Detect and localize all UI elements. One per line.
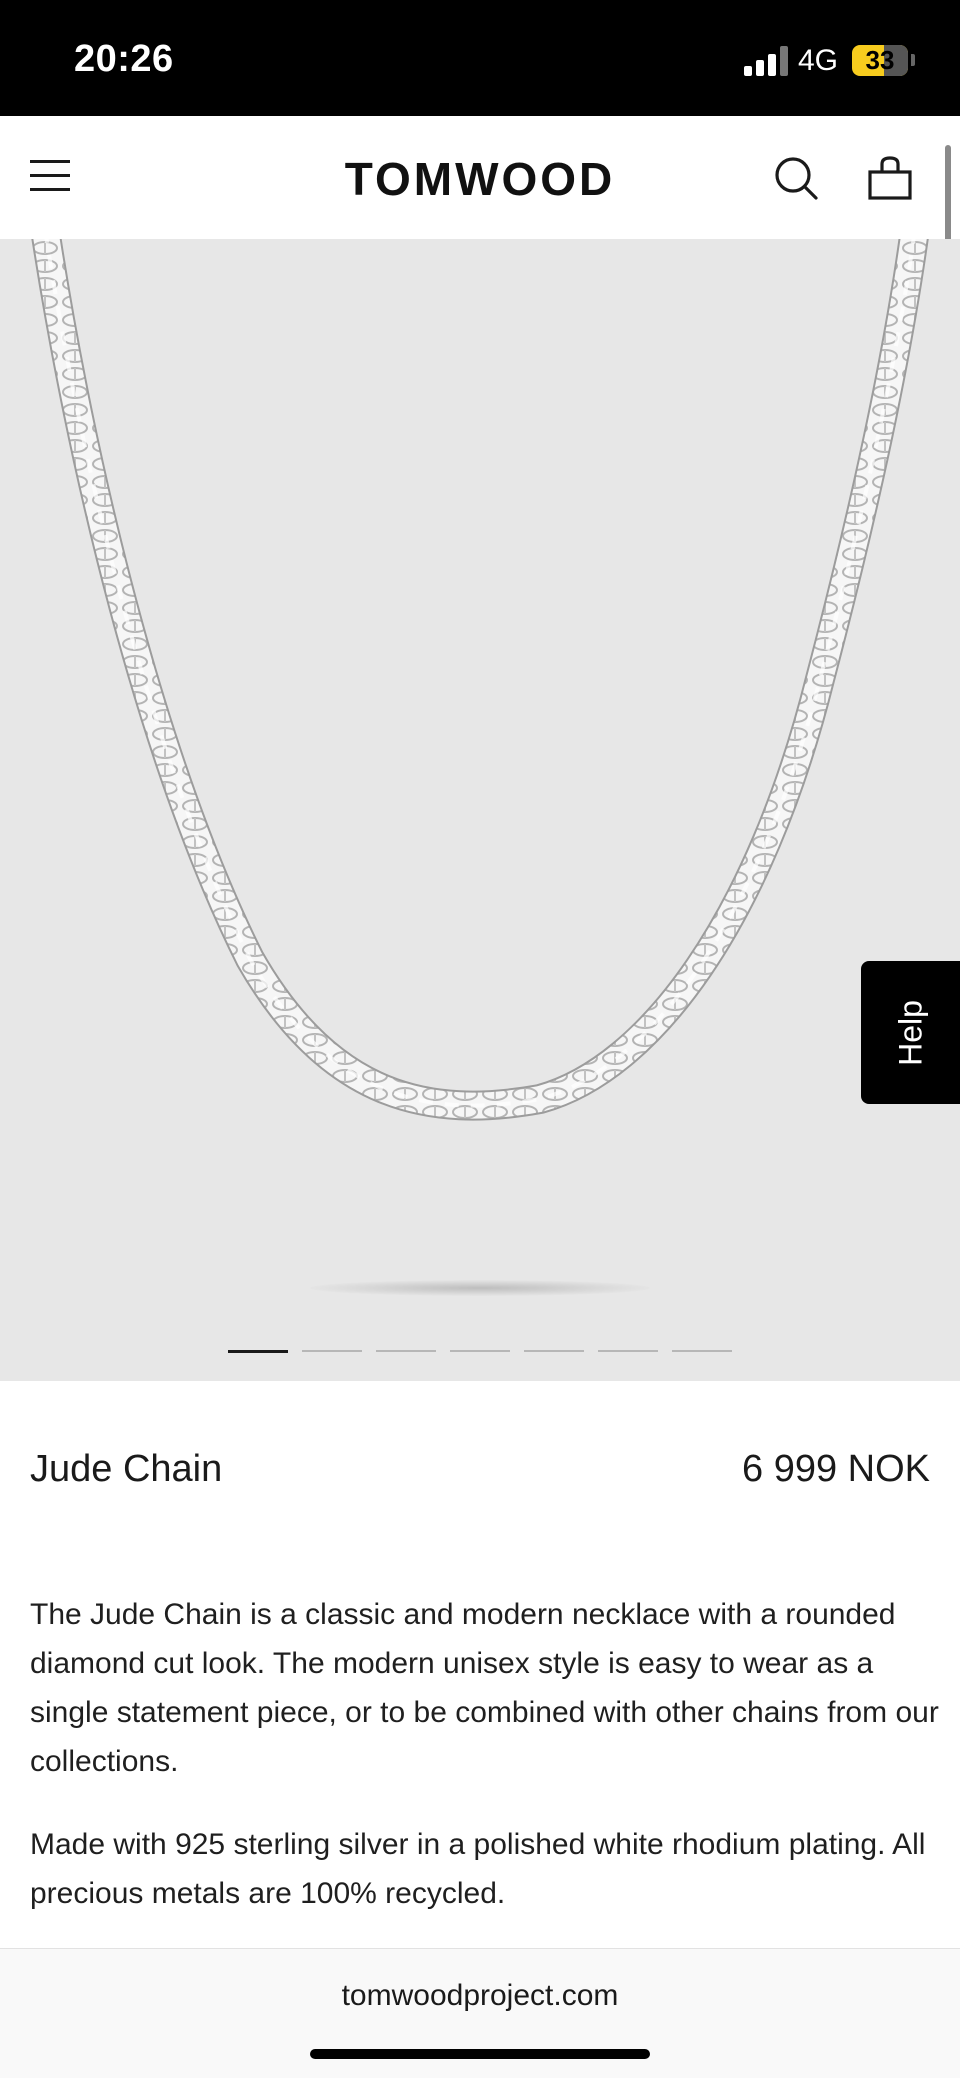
site-header: TOMWOOD [0,116,960,239]
product-image-gallery[interactable] [0,239,960,1381]
necklace-shadow [310,1280,650,1296]
gallery-dot-5[interactable] [524,1350,584,1352]
help-label: Help [892,999,928,1066]
bag-icon[interactable] [866,154,914,202]
product-title: Jude Chain [30,1448,223,1490]
browser-address-bar[interactable]: tomwoodproject.com [0,1948,960,2078]
home-indicator[interactable] [310,2049,650,2059]
status-time: 20:26 [74,38,174,80]
gallery-dot-7[interactable] [672,1350,732,1352]
gallery-dot-6[interactable] [598,1350,658,1352]
battery-level: 33 [865,45,895,75]
browser-url[interactable]: tomwoodproject.com [0,1979,960,2013]
gallery-dot-1[interactable] [228,1350,288,1353]
necklace-image [31,239,929,1121]
search-icon[interactable] [772,154,820,202]
help-button[interactable]: Help [861,961,960,1104]
network-label: 4G [798,44,839,77]
product-description: The Jude Chain is a classic and modern n… [30,1598,939,1778]
signal-icon [744,46,788,76]
gallery-dot-3[interactable] [376,1350,436,1352]
battery-nub [911,54,915,66]
product-price: 6 999 NOK [742,1448,930,1490]
gallery-dot-2[interactable] [302,1350,362,1352]
gallery-dot-4[interactable] [450,1350,510,1352]
product-material-note: Made with 925 sterling silver in a polis… [30,1828,926,1910]
status-bar: 20:26 4G 33 [0,0,960,116]
